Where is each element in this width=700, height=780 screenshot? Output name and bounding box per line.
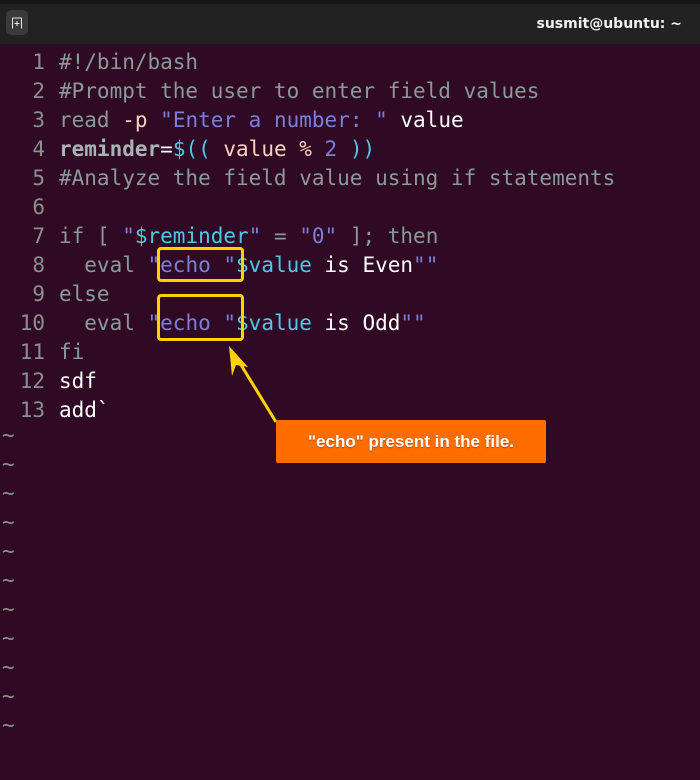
annotation-arrow [229, 346, 278, 423]
arrow-shaft [236, 359, 278, 423]
annotation-callout: "echo" present in the file. [276, 420, 546, 463]
